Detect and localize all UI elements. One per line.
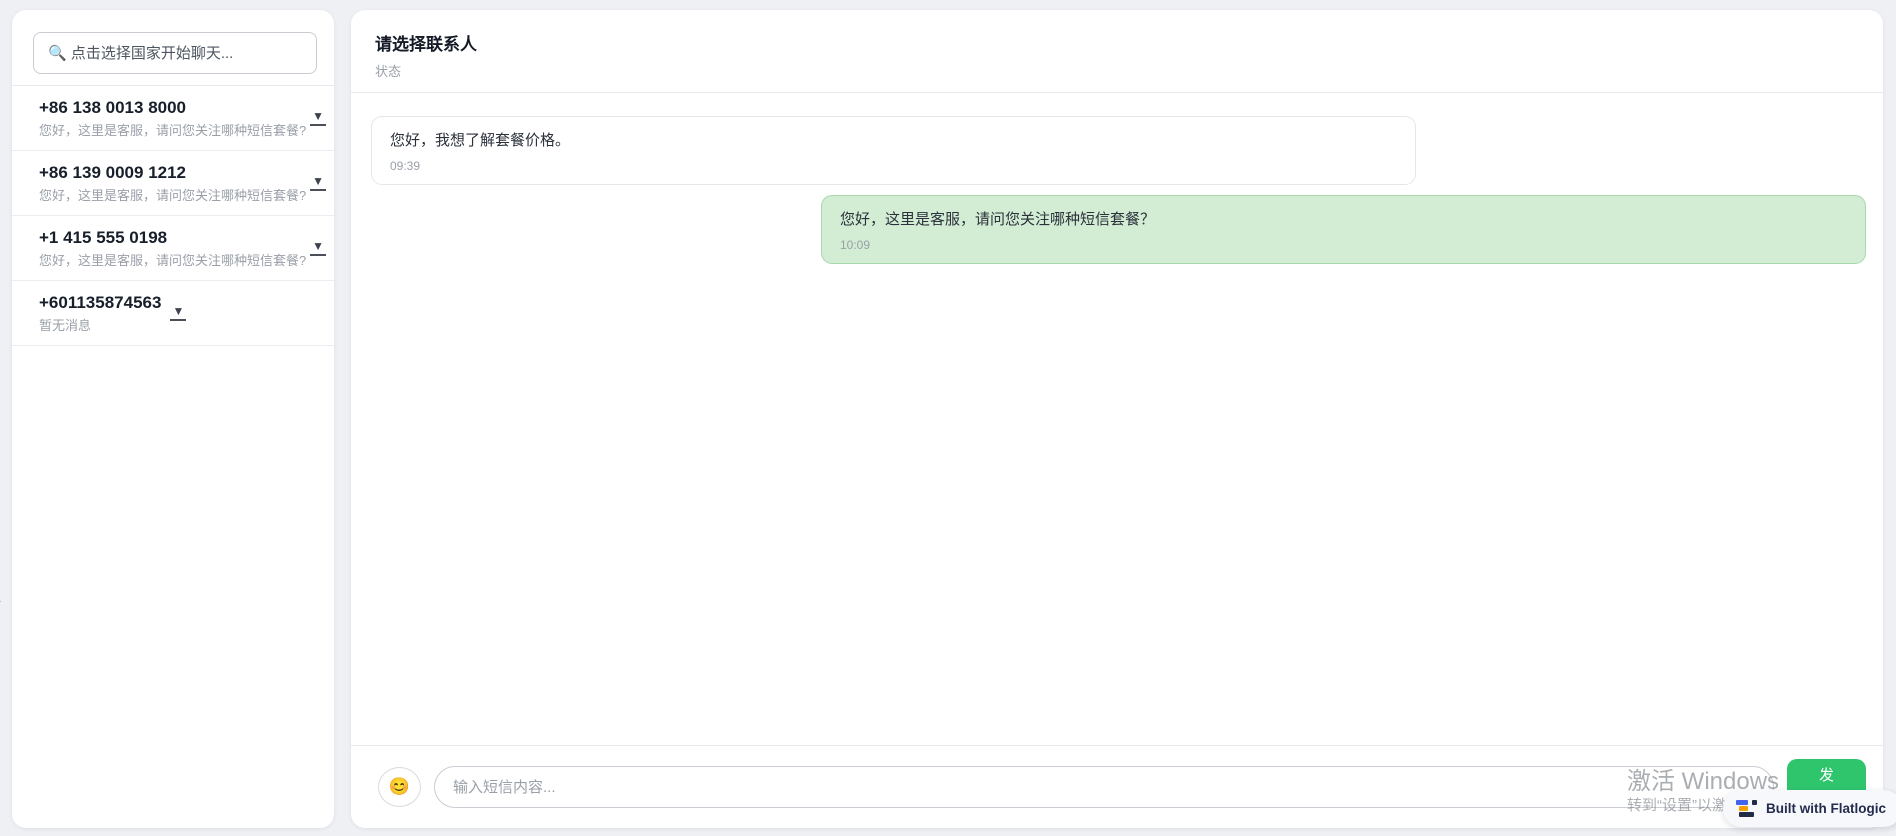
contact-text: +601135874563 暂无消息 xyxy=(39,291,161,335)
screen-edge-artifact: ▴ xyxy=(0,594,1,605)
emoji-picker-button[interactable]: 😊 xyxy=(378,767,421,807)
message-text: 您好，这里是客服，请问您关注哪种短信套餐？ xyxy=(840,209,1847,230)
flatlogic-badge[interactable]: Built with Flatlogic xyxy=(1723,790,1896,827)
chat-panel: 请选择联系人 状态 您好，我想了解套餐价格。 09:39 您好，这里是客服，请问… xyxy=(351,10,1883,828)
message-input[interactable] xyxy=(434,766,1774,808)
contact-text: +86 139 0009 1212 您好，这里是客服，请问您关注哪种短信套餐? xyxy=(39,161,301,205)
contact-number: +1 415 555 0198 xyxy=(39,226,301,249)
chevron-down-icon[interactable]: ▼ xyxy=(310,240,326,256)
search-bar xyxy=(12,10,334,86)
message-composer: 😊 发送 xyxy=(351,745,1883,828)
contact-item[interactable]: +601135874563 暂无消息 ▼ xyxy=(12,281,334,346)
chevron-down-icon[interactable]: ▼ xyxy=(310,110,326,126)
chat-header: 请选择联系人 状态 xyxy=(351,10,1883,93)
message-time: 10:09 xyxy=(840,238,1847,252)
message-list: 您好，我想了解套餐价格。 09:39 您好，这里是客服，请问您关注哪种短信套餐？… xyxy=(351,93,1883,745)
contact-item[interactable]: +86 139 0009 1212 您好，这里是客服，请问您关注哪种短信套餐? … xyxy=(12,151,334,216)
contact-item[interactable]: +1 415 555 0198 您好，这里是客服，请问您关注哪种短信套餐? ▼ xyxy=(12,216,334,281)
contact-preview: 暂无消息 xyxy=(39,316,161,335)
contact-text: +1 415 555 0198 您好，这里是客服，请问您关注哪种短信套餐? xyxy=(39,226,301,270)
chevron-down-icon[interactable]: ▼ xyxy=(310,175,326,191)
chat-status: 状态 xyxy=(375,61,1859,80)
message-text: 您好，我想了解套餐价格。 xyxy=(390,130,1397,151)
contact-preview: 您好，这里是客服，请问您关注哪种短信套餐? xyxy=(39,186,301,205)
message-bubble-incoming: 您好，我想了解套餐价格。 09:39 xyxy=(371,116,1416,185)
contact-item[interactable]: +86 138 0013 8000 您好，这里是客服，请问您关注哪种短信套餐? … xyxy=(12,86,334,151)
page-title: 请选择联系人 xyxy=(375,30,1859,55)
country-search-input[interactable] xyxy=(33,32,317,74)
contact-number: +86 138 0013 8000 xyxy=(39,96,301,119)
contact-number: +601135874563 xyxy=(39,291,161,314)
contact-preview: 您好，这里是客服，请问您关注哪种短信套餐? xyxy=(39,121,301,140)
flatlogic-badge-label: Built with Flatlogic xyxy=(1766,801,1886,816)
contact-number: +86 139 0009 1212 xyxy=(39,161,301,184)
flatlogic-logo-icon xyxy=(1736,800,1757,817)
message-time: 09:39 xyxy=(390,159,1397,173)
contact-preview: 您好，这里是客服，请问您关注哪种短信套餐? xyxy=(39,251,301,270)
contacts-sidebar: +86 138 0013 8000 您好，这里是客服，请问您关注哪种短信套餐? … xyxy=(12,10,334,828)
contact-text: +86 138 0013 8000 您好，这里是客服，请问您关注哪种短信套餐? xyxy=(39,96,301,140)
message-bubble-outgoing: 您好，这里是客服，请问您关注哪种短信套餐？ 10:09 xyxy=(821,195,1866,264)
chevron-down-icon[interactable]: ▼ xyxy=(170,305,186,321)
